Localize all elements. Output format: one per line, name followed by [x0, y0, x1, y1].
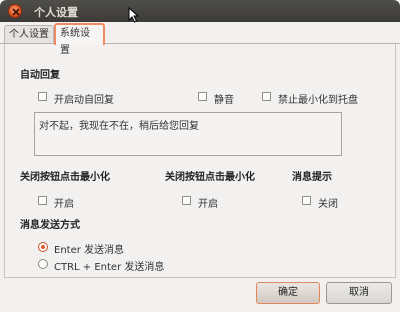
enable-auto-reply-label: 开启动自回复 — [54, 95, 114, 106]
enable-auto-reply-checkbox[interactable] — [38, 92, 47, 101]
notification-checkbox[interactable] — [302, 196, 311, 205]
settings-window: 个人设置 个人设置 系统设置 自动回复 开启动自回复 静音 禁止最小化到托盘 对… — [0, 0, 400, 312]
notification-label: 关闭 — [318, 199, 338, 210]
close-minimize-checkbox-2[interactable] — [182, 196, 191, 205]
close-minimize-label-2: 开启 — [198, 199, 218, 210]
close-minimize-heading-2: 关闭按钮点击最小化 — [165, 172, 255, 183]
auto-reply-heading: 自动回复 — [20, 70, 60, 81]
ctrl-enter-send-radio[interactable] — [38, 259, 48, 269]
close-window-button[interactable] — [8, 4, 22, 18]
send-method-heading: 消息发送方式 — [20, 220, 80, 231]
cancel-button[interactable]: 取消 — [326, 282, 392, 304]
close-minimize-heading-1: 关闭按钮点击最小化 — [20, 172, 110, 183]
enter-send-label: Enter 发送消息 — [54, 245, 125, 256]
enter-send-radio[interactable] — [38, 242, 48, 252]
auto-reply-text-input[interactable]: 对不起，我现在不在，稍后给您回复 — [34, 112, 342, 156]
mouse-pointer-icon — [128, 7, 139, 23]
tab-personal-settings[interactable]: 个人设置 — [4, 25, 54, 44]
close-icon — [12, 8, 20, 16]
close-minimize-checkbox-1[interactable] — [38, 196, 47, 205]
no-minimize-tray-checkbox[interactable] — [262, 92, 271, 101]
tab-system-settings[interactable]: 系统设置 — [54, 23, 105, 56]
tab-bar: 个人设置 系统设置 — [0, 22, 400, 56]
close-minimize-label-1: 开启 — [54, 199, 74, 210]
mute-label: 静音 — [214, 95, 234, 106]
mute-checkbox[interactable] — [198, 92, 207, 101]
no-minimize-tray-label: 禁止最小化到托盘 — [278, 95, 358, 106]
ctrl-enter-send-label: CTRL + Enter 发送消息 — [54, 262, 165, 273]
notification-heading: 消息提示 — [292, 172, 332, 183]
title-bar: 个人设置 — [0, 0, 400, 23]
ok-button[interactable]: 确定 — [256, 282, 320, 304]
window-title: 个人设置 — [34, 6, 78, 19]
